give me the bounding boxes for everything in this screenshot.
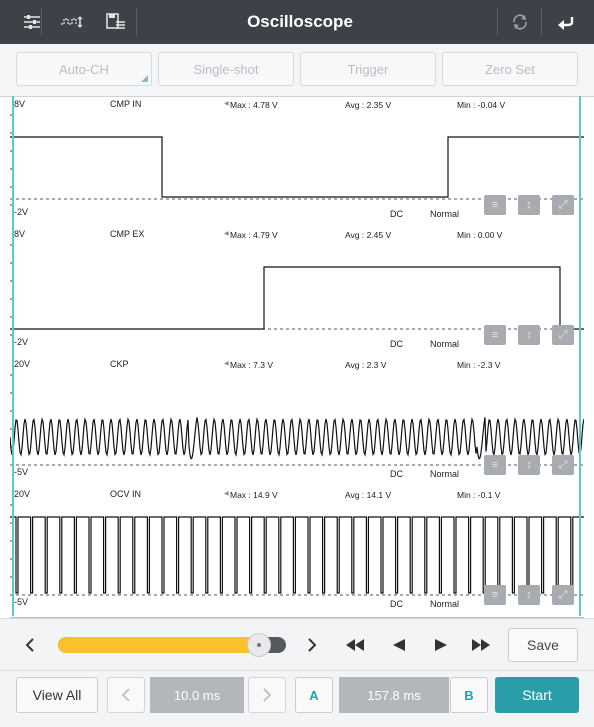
stat-max: Max : 7.3 V [230, 360, 273, 370]
trigger-button[interactable]: Trigger [300, 52, 436, 86]
dropdown-corner-icon [141, 75, 148, 82]
scale-min-label: -5V [14, 467, 29, 477]
timeline-slider[interactable] [58, 633, 286, 657]
back-arrow-icon[interactable] [546, 0, 586, 44]
timebase-value: 10.0 ms [150, 677, 244, 713]
stat-max: Max : 14.9 V [230, 490, 278, 500]
channel-name: CMP EX [110, 229, 145, 239]
stat-max: Max : 4.78 V [230, 100, 278, 110]
step-back-icon[interactable] [386, 631, 412, 659]
zero-set-button[interactable]: Zero Set [442, 52, 578, 86]
timebase-increase-button[interactable] [248, 677, 286, 713]
channel-move-icon[interactable]: ↕ [518, 455, 540, 475]
stat-min: Min : -0.04 V [457, 100, 506, 110]
header-bar: Oscilloscope [0, 0, 594, 44]
channel-settings-icon[interactable]: ≡ [484, 195, 506, 215]
channel-expand-icon[interactable]: ⤢ [552, 455, 574, 475]
channel-expand-icon[interactable]: ⤢ [552, 585, 574, 605]
stat-avg: Avg : 2.35 V [345, 100, 392, 110]
cursor-delta-value: 157.8 ms [339, 677, 449, 713]
bottom-bar: View All 10.0 ms A 157.8 ms B Start [0, 670, 594, 727]
timebase-decrease-button[interactable] [107, 677, 145, 713]
channel-expand-icon[interactable]: ⤢ [552, 195, 574, 215]
waveform-trigger-icon[interactable] [52, 0, 92, 44]
scroll-marker-icon: ◀ [224, 231, 229, 237]
slider-knob[interactable] [247, 633, 271, 657]
signal-trace [10, 516, 584, 594]
refresh-icon[interactable] [500, 0, 540, 44]
header-divider [497, 8, 498, 36]
slider-fill [58, 637, 259, 653]
stat-avg: Avg : 2.3 V [345, 360, 387, 370]
stat-avg: Avg : 2.45 V [345, 230, 392, 240]
scale-max-label: 20V [14, 359, 31, 369]
stat-avg: Avg : 14.1 V [345, 490, 392, 500]
coupling-label: DC [390, 599, 403, 609]
channel-move-icon[interactable]: ↕ [518, 585, 540, 605]
cursor-a-line[interactable] [12, 96, 14, 616]
fast-rewind-icon[interactable] [342, 631, 368, 659]
coupling-label: DC [390, 209, 403, 219]
mode-label: Normal [430, 209, 460, 219]
scale-max-label: 8V [14, 229, 26, 239]
coupling-label: DC [390, 469, 403, 479]
step-forward-icon[interactable] [428, 631, 454, 659]
channel-name: OCV IN [110, 489, 142, 499]
channel-settings-icon[interactable]: ≡ [484, 455, 506, 475]
header-divider [136, 8, 137, 36]
header-divider [41, 8, 42, 36]
scroll-right-icon[interactable] [300, 631, 324, 659]
channel-panel: 20V OCV IN Max : 14.9 V Avg : 14.1 V Min : -… [10, 487, 584, 618]
channel-move-icon[interactable]: ↕ [518, 325, 540, 345]
chevron-right-icon [263, 688, 272, 702]
stat-min: Min : 0.00 V [457, 230, 503, 240]
auto-ch-label: Auto-CH [59, 61, 109, 77]
settings-sliders-icon[interactable] [12, 0, 52, 44]
chevron-left-icon [121, 688, 130, 702]
cursor-b-button[interactable]: B [450, 677, 488, 713]
channel-name: CMP IN [110, 99, 142, 109]
page-title: Oscilloscope [247, 12, 353, 31]
scale-min-label: -2V [14, 337, 29, 347]
stat-max: Max : 4.79 V [230, 230, 278, 240]
playback-controls: Save [0, 618, 594, 671]
fast-forward-icon[interactable] [468, 631, 494, 659]
scale-max-label: 20V [14, 489, 31, 499]
channel-move-icon[interactable]: ↕ [518, 195, 540, 215]
signal-trace [10, 136, 584, 198]
signal-trace [10, 417, 584, 460]
view-all-button[interactable]: View All [16, 677, 98, 713]
channel-expand-icon[interactable]: ⤢ [552, 325, 574, 345]
mode-label: Normal [430, 339, 460, 349]
stat-min: Min : -0.1 V [457, 490, 501, 500]
scale-min-label: -2V [14, 207, 29, 217]
scroll-marker-icon: ◀ [224, 101, 229, 107]
scale-min-label: -5V [14, 597, 29, 607]
function-toolbar: Auto-CH Single-shot Trigger Zero Set [0, 44, 594, 97]
scroll-left-icon[interactable] [18, 631, 42, 659]
start-button[interactable]: Start [495, 677, 579, 713]
channel-panel: 20V CKP Max : 7.3 V Avg : 2.3 V Min : -2.3 V… [10, 357, 584, 488]
stat-min: Min : -2.3 V [457, 360, 501, 370]
scroll-marker-icon: ◀ [224, 491, 229, 497]
channel-name: CKP [110, 359, 129, 369]
header-divider [541, 8, 542, 36]
scroll-marker-icon: ◀ [224, 361, 229, 367]
channel-settings-icon[interactable]: ≡ [484, 325, 506, 345]
channel-panel: 8V CMP EX Max : 4.79 V Avg : 2.45 V Min : 0.… [10, 227, 584, 358]
cursor-a-button[interactable]: A [295, 677, 333, 713]
coupling-label: DC [390, 339, 403, 349]
channel-settings-icon[interactable]: ≡ [484, 585, 506, 605]
mode-label: Normal [430, 469, 460, 479]
scale-max-label: 8V [14, 99, 26, 109]
signal-trace [10, 266, 584, 330]
cursor-b-line[interactable] [579, 96, 581, 616]
save-button[interactable]: Save [508, 628, 578, 662]
save-list-icon[interactable] [96, 0, 136, 44]
mode-label: Normal [430, 599, 460, 609]
single-shot-button[interactable]: Single-shot [158, 52, 294, 86]
auto-ch-button[interactable]: Auto-CH [16, 52, 152, 86]
channel-panel: 8V CMP IN Max : 4.78 V Avg : 2.35 V Min : -0… [10, 97, 584, 228]
